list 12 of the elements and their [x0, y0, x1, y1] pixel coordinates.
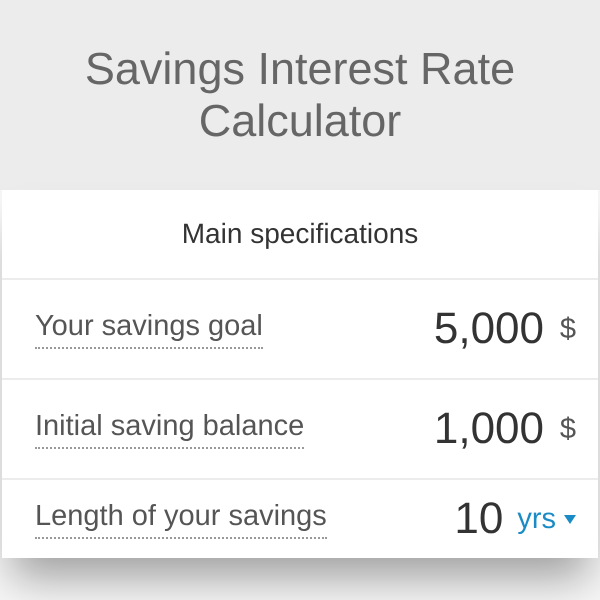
field-label[interactable]: Your savings goal: [35, 310, 263, 348]
field-label[interactable]: Length of your savings: [35, 500, 327, 538]
unit-label: $: [558, 412, 576, 446]
unit-label: $: [558, 312, 576, 346]
section-title: Main specifications: [182, 218, 418, 250]
number-input[interactable]: 10: [373, 494, 504, 544]
caret-icon: [564, 514, 576, 524]
field-label[interactable]: Initial saving balance: [35, 410, 304, 448]
number-input[interactable]: 5,000: [414, 304, 544, 354]
number-input[interactable]: 1,000: [414, 404, 544, 454]
calculator-title: Savings Interest Rate Calculator: [84, 43, 516, 147]
unit-dropdown[interactable]: yrs: [517, 502, 576, 536]
